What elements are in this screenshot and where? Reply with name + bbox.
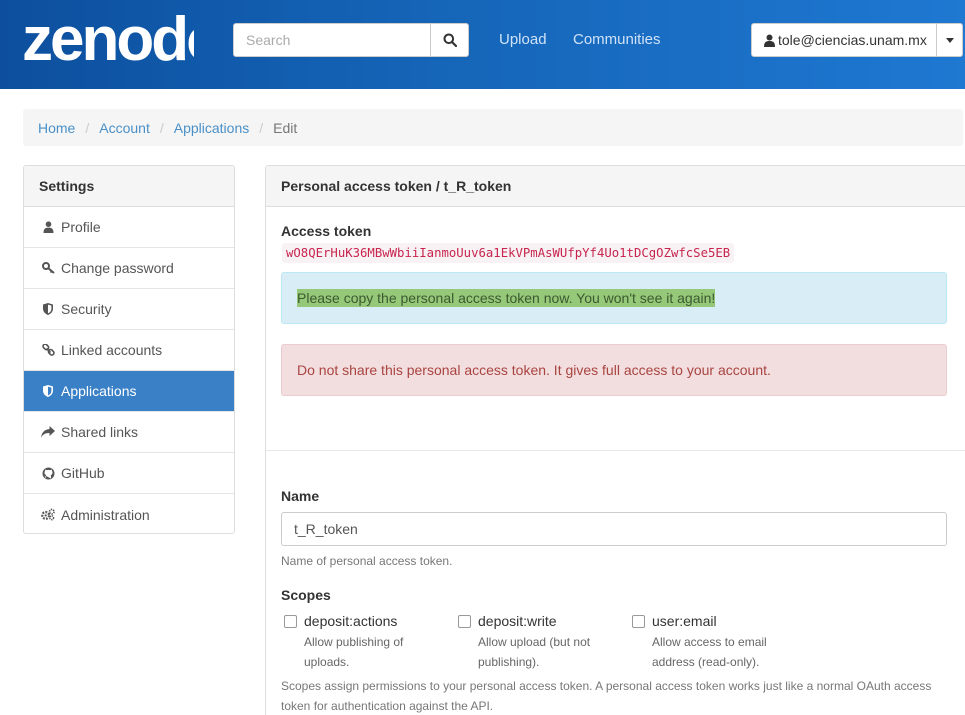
sidebar-item-label: Applications (61, 383, 137, 399)
user-email: tole@ciencias.unam.mx (778, 32, 927, 48)
user-menu-caret[interactable] (936, 23, 963, 57)
search-icon (443, 33, 457, 47)
scope-checkbox[interactable] (458, 615, 471, 628)
nav-communities-link[interactable]: Communities (573, 31, 661, 48)
scopes-help-text: Scopes assign permissions to your person… (281, 679, 932, 713)
sidebar-item-profile[interactable]: Profile (24, 207, 234, 248)
panel-title: Personal access token / t_R_token (266, 166, 965, 207)
sidebar-item-github[interactable]: GitHub (24, 453, 234, 494)
breadcrumb-home[interactable]: Home (38, 120, 75, 136)
sidebar-item-label: Shared links (61, 424, 139, 440)
scope-checkbox[interactable] (632, 615, 645, 628)
scope-name: deposit:actions (304, 613, 398, 629)
sidebar-item-label: Security (61, 301, 112, 317)
search-button[interactable] (430, 23, 469, 57)
sidebar-item-linked-accounts[interactable]: Linked accounts (24, 330, 234, 371)
share-icon (41, 425, 55, 439)
name-label: Name (281, 488, 320, 504)
sidebar-item-applications[interactable]: Applications (24, 371, 234, 412)
svg-text:zenodo: zenodo (22, 8, 194, 70)
user-icon (41, 220, 55, 234)
caret-down-icon (945, 37, 954, 43)
sidebar-item-administration[interactable]: Administration (24, 494, 234, 533)
sidebar-item-label: Profile (61, 219, 101, 235)
nav-upload-link[interactable]: Upload (499, 31, 547, 48)
scope-checkbox[interactable] (284, 615, 297, 628)
access-token-label: Access token (281, 223, 372, 239)
danger-alert: Do not share this personal access token.… (281, 344, 947, 396)
sidebar-item-label: Change password (61, 260, 174, 276)
section-divider (266, 450, 965, 451)
sidebar-item-shared-links[interactable]: Shared links (24, 412, 234, 453)
github-icon (41, 466, 55, 480)
breadcrumb-applications[interactable]: Applications (174, 120, 250, 136)
scope-name: deposit:write (478, 613, 557, 629)
breadcrumb-account[interactable]: Account (99, 120, 150, 136)
token-panel: Personal access token / t_R_token Access… (265, 165, 965, 715)
zenodo-logo[interactable]: zenodo (22, 8, 194, 70)
shield-icon (41, 384, 55, 398)
danger-alert-text: Do not share this personal access token.… (297, 362, 771, 378)
user-menu-button[interactable]: tole@ciencias.unam.mx (751, 23, 937, 57)
search-input[interactable] (233, 23, 431, 57)
user-icon (764, 34, 775, 47)
breadcrumb-separator: / (159, 119, 164, 136)
key-icon (41, 261, 55, 275)
breadcrumb-separator: / (85, 119, 90, 136)
name-help-text: Name of personal access token. (281, 554, 453, 568)
sidebar-item-label: Linked accounts (61, 342, 163, 358)
cogs-icon (41, 508, 55, 522)
scope-description: Allow upload (but not publishing). (478, 635, 591, 669)
breadcrumb-separator: / (259, 119, 264, 136)
scope-description: Allow access to email address (read-only… (652, 635, 767, 669)
breadcrumb: Home / Account / Applications / Edit (23, 109, 963, 146)
settings-sidebar: Settings Profile Change password Securit… (23, 165, 235, 534)
info-alert: Please copy the personal access token no… (281, 272, 947, 324)
sidebar-item-change-password[interactable]: Change password (24, 248, 234, 289)
access-token-value[interactable]: wO8QErHuK36MBwWbiiIanmoUuv6a1EkVPmAsWUfp… (282, 243, 735, 263)
breadcrumb-current: Edit (273, 119, 298, 136)
sidebar-item-label: Administration (61, 506, 150, 523)
link-icon (41, 343, 55, 357)
token-name-input[interactable] (281, 512, 947, 546)
scopes-label: Scopes (281, 587, 331, 603)
scope-description: Allow publishing of uploads. (304, 635, 404, 669)
sidebar-item-security[interactable]: Security (24, 289, 234, 330)
shield-icon (41, 302, 55, 316)
sidebar-title: Settings (24, 166, 234, 207)
top-navbar: zenodo Upload Communities tole@ciencias.… (0, 0, 965, 89)
scope-name: user:email (652, 613, 717, 629)
sidebar-item-label: GitHub (61, 465, 105, 481)
info-alert-text: Please copy the personal access token no… (297, 289, 716, 307)
